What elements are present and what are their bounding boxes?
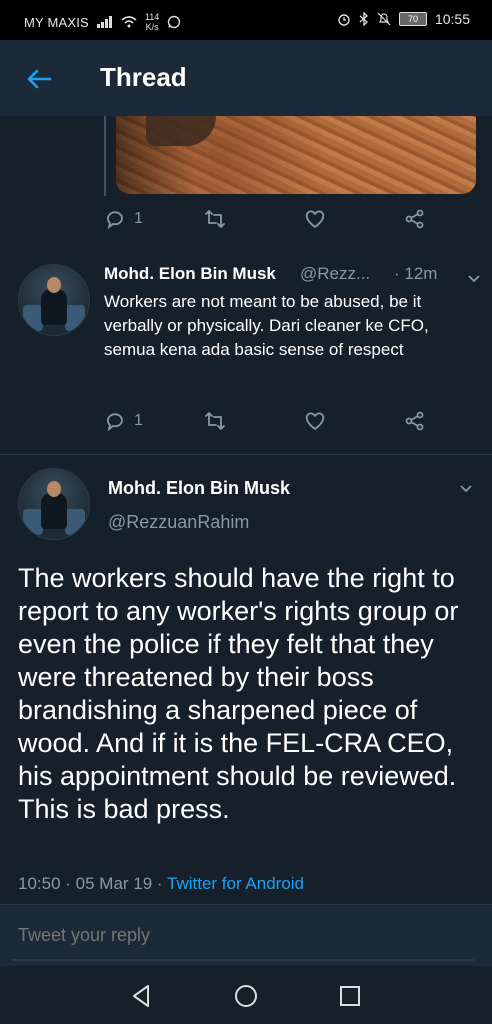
like-icon — [305, 412, 325, 430]
signal-icon — [96, 16, 112, 28]
avatar-chair-left — [23, 305, 43, 331]
reply-composer — [0, 904, 492, 966]
bluetooth-icon — [359, 12, 368, 26]
nav-back-icon[interactable] — [128, 982, 156, 1010]
reply-input[interactable] — [18, 925, 458, 946]
avatar[interactable] — [18, 468, 90, 540]
mute-icon — [377, 12, 391, 26]
reply-tweet-text: Workers are not meant to be abused, be i… — [104, 292, 429, 359]
speed-unit: K/s — [145, 22, 159, 32]
composer-underline — [12, 959, 474, 961]
tweet-metadata: 10:50 · 05 Mar 19 · Twitter for Android — [18, 874, 304, 894]
nav-home-icon[interactable] — [232, 982, 260, 1010]
main-author-handle[interactable]: @RezzuanRahim — [108, 512, 249, 533]
reply-timestamp: · 12m — [394, 264, 438, 283]
avatar[interactable] — [18, 264, 90, 336]
alarm-icon — [338, 14, 350, 26]
nav-recents-icon[interactable] — [336, 982, 364, 1010]
retweet-button[interactable] — [204, 410, 226, 432]
app-header: Thread — [0, 40, 492, 116]
tweet-timestamp: 10:50 · 05 Mar 19 · — [18, 874, 167, 893]
page-title: Thread — [100, 62, 187, 92]
main-tweet-text: The workers should have the right to rep… — [18, 563, 459, 824]
chevron-down-icon[interactable] — [466, 270, 482, 286]
reply-button[interactable]: 1 — [104, 208, 143, 230]
reply-button[interactable]: 1 — [104, 410, 143, 432]
avatar-face — [47, 481, 61, 497]
tweet-media-image[interactable] — [116, 116, 476, 194]
battery-indicator: 70 — [398, 12, 427, 26]
chevron-down-icon[interactable] — [458, 480, 474, 496]
reply-count: 1 — [134, 412, 143, 429]
back-arrow-icon[interactable] — [24, 64, 54, 94]
avatar-face — [47, 277, 61, 293]
share-button[interactable] — [404, 208, 426, 230]
avatar-chair-right — [65, 509, 85, 535]
tweet-action-bar: 1 — [104, 410, 434, 438]
reply-author-handle: @Rezz... — [300, 264, 371, 283]
avatar-body — [41, 289, 67, 325]
reply-author-name[interactable]: Mohd. Elon Bin Musk — [104, 264, 276, 284]
tweet-source-link[interactable]: Twitter for Android — [167, 874, 304, 893]
tweet-action-bar: 1 — [104, 208, 434, 236]
avatar-body — [41, 493, 67, 529]
like-button[interactable] — [304, 208, 326, 230]
like-icon — [305, 210, 325, 228]
retweet-button[interactable] — [204, 208, 226, 230]
status-bar: MY MAXIS 114 K/s 70 10:55 — [0, 0, 492, 40]
main-author-name[interactable]: Mohd. Elon Bin Musk — [108, 478, 290, 499]
network-speed: 114 K/s — [145, 12, 159, 32]
retweet-icon — [205, 412, 225, 430]
share-icon — [405, 209, 424, 229]
system-nav-bar — [0, 966, 492, 1024]
carrier-label: MY MAXIS — [24, 14, 89, 30]
whatsapp-icon — [168, 15, 181, 29]
reply-count: 1 — [134, 210, 143, 227]
like-button[interactable] — [304, 410, 326, 432]
wifi-icon — [121, 16, 137, 28]
share-button[interactable] — [404, 410, 426, 432]
share-icon — [405, 411, 424, 431]
media-foot — [146, 116, 216, 146]
divider — [0, 454, 492, 455]
speed-value: 114 — [144, 12, 160, 22]
reply-icon — [107, 211, 123, 230]
avatar-chair-right — [65, 305, 85, 331]
avatar-chair-left — [23, 509, 43, 535]
retweet-icon — [205, 210, 225, 228]
thread-connector-line — [104, 116, 106, 196]
clock: 10:55 — [434, 11, 470, 27]
reply-icon — [107, 413, 123, 432]
